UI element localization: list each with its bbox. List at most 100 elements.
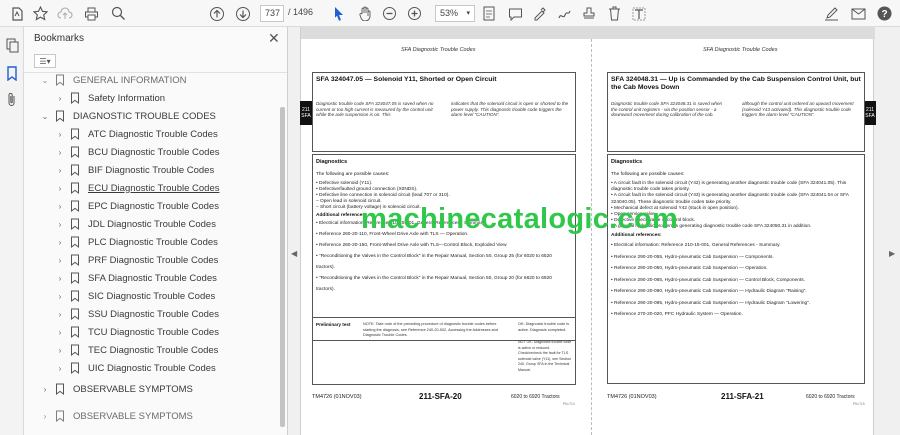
chevron-right-icon[interactable]: › xyxy=(55,166,65,175)
bookmark-icon xyxy=(55,410,66,422)
page-thumbnails-icon[interactable] xyxy=(4,37,20,53)
chevron-right-icon[interactable]: › xyxy=(55,94,65,103)
chevron-right-icon[interactable]: › xyxy=(55,220,65,229)
next-page-icon[interactable] xyxy=(234,4,252,23)
create-pdf-icon[interactable] xyxy=(8,4,26,23)
chevron-right-icon[interactable]: › xyxy=(55,274,65,283)
star-icon[interactable] xyxy=(31,4,49,23)
chevron-down-icon[interactable]: ⌄ xyxy=(40,112,50,121)
chevron-right-icon[interactable]: › xyxy=(55,130,65,139)
toolbar: 737 / 1496 53% ▾ ? xyxy=(0,0,900,27)
cloud-upload-icon[interactable] xyxy=(56,4,74,23)
bookmark-item[interactable]: › SFA Diagnostic Trouble Codes xyxy=(55,269,217,287)
chevron-right-icon[interactable]: › xyxy=(55,184,65,193)
bookmark-item[interactable]: › BIF Diagnostic Trouble Codes xyxy=(55,161,214,179)
edit-sign-icon[interactable] xyxy=(822,4,840,23)
chevron-right-icon[interactable]: › xyxy=(55,346,65,355)
bookmark-label: Safety Information xyxy=(88,92,166,104)
stamp-icon[interactable] xyxy=(580,4,598,23)
preliminary-ok: OK: Diagnostic trouble code is active. D… xyxy=(518,322,570,332)
chevron-right-icon[interactable]: › xyxy=(55,256,65,265)
bookmark-item[interactable]: › ATC Diagnostic Trouble Codes xyxy=(55,125,218,143)
bookmark-icon xyxy=(70,218,81,230)
bookmark-item[interactable]: › BCU Diagnostic Trouble Codes xyxy=(55,143,219,161)
bookmark-item[interactable]: › TCU Diagnostic Trouble Codes xyxy=(55,323,219,341)
page-fit-icon[interactable] xyxy=(480,4,498,23)
right-diagnostics-box: Diagnostics The following are possible c… xyxy=(607,154,865,384)
left-diagnostics-box: Diagnostics The following are possible c… xyxy=(312,154,576,341)
bookmark-item[interactable]: › SIC Diagnostic Trouble Codes xyxy=(55,287,215,305)
text-select-icon[interactable] xyxy=(630,4,648,23)
zoom-out-icon[interactable] xyxy=(380,4,398,23)
bookmark-icon xyxy=(70,272,81,284)
left-preliminary-box: Preliminary test NOTE: Take note of the … xyxy=(312,317,576,385)
bookmark-icon xyxy=(70,326,81,338)
left-title-box: SFA 324047.05 — Solenoid Y11, Shorted or… xyxy=(312,72,576,152)
select-cursor-icon[interactable] xyxy=(330,4,348,23)
bookmark-label: ECU Diagnostic Trouble Codes xyxy=(88,182,220,194)
previous-page-icon[interactable] xyxy=(208,4,226,23)
bookmark-item[interactable]: › EPC Diagnostic Trouble Codes xyxy=(55,197,219,215)
bookmark-item[interactable]: › TEC Diagnostic Trouble Codes xyxy=(55,341,218,359)
zoom-in-icon[interactable] xyxy=(405,4,423,23)
print-icon[interactable] xyxy=(82,4,100,23)
bookmark-item[interactable]: › PRF Diagnostic Trouble Codes xyxy=(55,251,218,269)
bookmark-item[interactable]: › OBSERVABLE SYMPTOMS xyxy=(40,380,193,398)
close-icon[interactable]: ✕ xyxy=(268,30,280,47)
previous-page-arrow-icon[interactable]: ◀ xyxy=(291,249,297,258)
reference-line: tractors). xyxy=(316,265,335,270)
bookmark-item[interactable]: ⌄ GENERAL INFORMATION xyxy=(40,71,186,89)
right-page-header: SFA Diagnostic Trouble Codes xyxy=(703,47,778,53)
chevron-right-icon[interactable]: › xyxy=(55,310,65,319)
bookmark-icon xyxy=(70,236,81,248)
bookmark-item[interactable]: ⌄ DIAGNOSTIC TROUBLE CODES xyxy=(40,107,216,125)
bookmark-label: BCU Diagnostic Trouble Codes xyxy=(88,146,220,158)
next-page-arrow-icon[interactable]: ▶ xyxy=(889,249,895,258)
zoom-value: 53% xyxy=(440,8,459,18)
mail-icon[interactable] xyxy=(849,4,867,23)
bookmark-label: SIC Diagnostic Trouble Codes xyxy=(88,290,216,302)
bookmark-icon xyxy=(70,362,81,374)
reference-line: • Reference 270-20-020, PFC Hydraulic Sy… xyxy=(611,312,743,317)
bookmark-label: BIF Diagnostic Trouble Codes xyxy=(88,164,215,176)
reference-line: • Electrical information: Reference 210-… xyxy=(611,243,781,248)
bookmark-item[interactable]: › PLC Diagnostic Trouble Codes xyxy=(55,233,218,251)
bookmark-item[interactable]: › UIC Diagnostic Trouble Codes xyxy=(55,359,216,377)
scrollbar[interactable] xyxy=(280,107,285,427)
bookmark-options-button[interactable]: ☰▾ xyxy=(34,54,56,68)
chevron-right-icon[interactable]: › xyxy=(40,412,50,421)
bookmark-item[interactable]: › SSU Diagnostic Trouble Codes xyxy=(55,305,219,323)
page-number-input[interactable]: 737 xyxy=(260,5,284,22)
hand-tool-icon[interactable] xyxy=(356,4,374,23)
bookmark-item[interactable]: › ECU Diagnostic Trouble Codes xyxy=(55,179,219,197)
left-footer-pn: PN=714 xyxy=(563,402,575,406)
bookmark-label: JDL Diagnostic Trouble Codes xyxy=(88,218,216,230)
bookmark-label: TEC Diagnostic Trouble Codes xyxy=(88,344,219,356)
comment-icon[interactable] xyxy=(506,4,524,23)
chevron-right-icon[interactable]: › xyxy=(55,238,65,247)
bookmark-icon xyxy=(55,74,66,86)
help-icon[interactable]: ? xyxy=(875,4,893,23)
bookmark-item[interactable]: › Safety Information xyxy=(55,89,165,107)
highlight-pen-icon[interactable] xyxy=(530,4,548,23)
bookmark-item[interactable]: › OBSERVABLE SYMPTOMS xyxy=(40,407,193,425)
chevron-right-icon[interactable]: › xyxy=(40,385,50,394)
draw-freehand-icon[interactable] xyxy=(555,4,573,23)
reference-line: • Reference 290-20-055, Hydro-pneumatic … xyxy=(611,254,774,260)
zoom-search-icon[interactable] xyxy=(109,4,127,23)
bookmark-icon[interactable] xyxy=(4,65,20,81)
navigation-rail xyxy=(0,27,24,435)
attachment-icon[interactable] xyxy=(4,91,20,107)
chevron-right-icon[interactable]: › xyxy=(55,328,65,337)
chevron-right-icon[interactable]: › xyxy=(55,148,65,157)
zoom-select[interactable]: 53% ▾ xyxy=(435,5,475,22)
left-dtc-title: SFA 324047.05 — Solenoid Y11, Shorted or… xyxy=(316,76,497,83)
chevron-down-icon[interactable]: ⌄ xyxy=(40,76,50,85)
chevron-right-icon[interactable]: › xyxy=(55,364,65,373)
bookmark-label: SFA Diagnostic Trouble Codes xyxy=(88,272,217,284)
chevron-right-icon[interactable]: › xyxy=(55,202,65,211)
bookmark-item[interactable]: › JDL Diagnostic Trouble Codes xyxy=(55,215,216,233)
chevron-right-icon[interactable]: › xyxy=(55,292,65,301)
trash-icon[interactable] xyxy=(605,4,623,23)
document-viewer: ◀ ▶ 211 SFA 211 SFA SFA Diagnostic Troub… xyxy=(288,27,900,435)
